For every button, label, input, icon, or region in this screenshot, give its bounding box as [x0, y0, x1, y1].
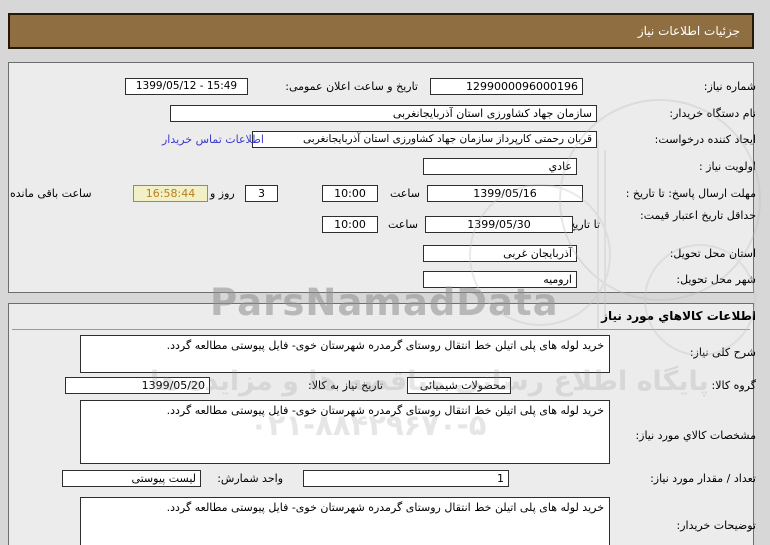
hours-remaining-label: ساعت باقی مانده	[10, 187, 92, 201]
delivery-province-label: استان محل تحویل:	[670, 247, 756, 261]
need-details-page: جزئیات اطلاعات نیاز شماره نیاز: 12990000…	[0, 0, 770, 545]
delivery-city-label: شهر محل تحویل:	[676, 273, 756, 287]
need-date-field[interactable]: 1399/05/20	[65, 377, 210, 394]
need-number-label: شماره نیاز:	[704, 80, 756, 94]
quantity-label: تعداد / مقدار مورد نیاز:	[650, 472, 756, 486]
price-validity-date-field[interactable]: 1399/05/30	[425, 216, 573, 233]
need-number-field[interactable]: 1299000096000196	[430, 78, 583, 95]
announce-datetime-field[interactable]: 1399/05/12 - 15:49	[125, 78, 248, 95]
announce-datetime-label: تاریخ و ساعت اعلان عمومی:	[285, 80, 418, 94]
countdown-timer: 16:58:44	[133, 185, 208, 202]
general-desc-textarea[interactable]: خرید لوله های پلی اتیلن خط انتقال روستای…	[80, 335, 610, 373]
priority-label: اولویت نیاز :	[699, 160, 756, 174]
price-validity-label: حداقل تاریخ اعتبار قیمت:	[638, 209, 756, 223]
buyer-notes-textarea[interactable]: خرید لوله های پلی اتیلن خط انتقال روستای…	[80, 497, 610, 545]
specs-label: مشخصات کالاي مورد نیاز:	[635, 429, 756, 443]
reply-hour-field[interactable]: 10:00	[322, 185, 378, 202]
buyer-org-field[interactable]: سازمان جهاد کشاورزی استان آذربایجانغربی	[170, 105, 597, 122]
section-divider	[12, 329, 750, 330]
goods-group-label: گروه کالا:	[712, 379, 756, 393]
days-and-label: روز و	[210, 187, 235, 201]
delivery-city-field[interactable]: ارومیه	[423, 271, 577, 288]
price-validity-hour-field[interactable]: 10:00	[322, 216, 378, 233]
quantity-field[interactable]: 1	[303, 470, 509, 487]
goods-group-field[interactable]: محصولات شیمیائی	[407, 377, 511, 394]
request-creator-label: ایجاد کننده درخواست:	[655, 133, 756, 147]
remaining-days-field[interactable]: 3	[245, 185, 278, 202]
unit-field[interactable]: لیست پیوستی	[62, 470, 201, 487]
buyer-org-label: نام دستگاه خریدار:	[669, 107, 756, 121]
goods-section-title: اطلاعات کالاهاي مورد نیاز	[601, 309, 756, 323]
request-creator-field[interactable]: قربان رحمتی کارپرداز سازمان جهاد کشاورزی…	[252, 131, 597, 148]
delivery-province-field[interactable]: آذربایجان غربی	[423, 245, 577, 262]
need-date-label: تاریخ نیاز به کالا:	[308, 379, 383, 393]
specs-textarea[interactable]: خرید لوله های پلی اتیلن خط انتقال روستای…	[80, 400, 610, 464]
buyer-notes-label: توضیحات خریدار:	[677, 519, 757, 533]
page-title: جزئیات اطلاعات نیاز	[8, 13, 754, 49]
general-desc-label: شرح کلی نیاز:	[690, 346, 756, 360]
unit-label: واحد شمارش:	[217, 472, 283, 486]
priority-field[interactable]: عادي	[423, 158, 577, 175]
reply-deadline-date-field[interactable]: 1399/05/16	[427, 185, 583, 202]
price-validity-hour-label: ساعت	[388, 218, 418, 232]
reply-hour-label: ساعت	[390, 187, 420, 201]
reply-deadline-label: مهلت ارسال پاسخ: تا تاریخ :	[626, 187, 756, 201]
buyer-contact-link[interactable]: اطلاعات تماس خریدار	[162, 133, 264, 146]
need-info-panel	[8, 62, 754, 293]
